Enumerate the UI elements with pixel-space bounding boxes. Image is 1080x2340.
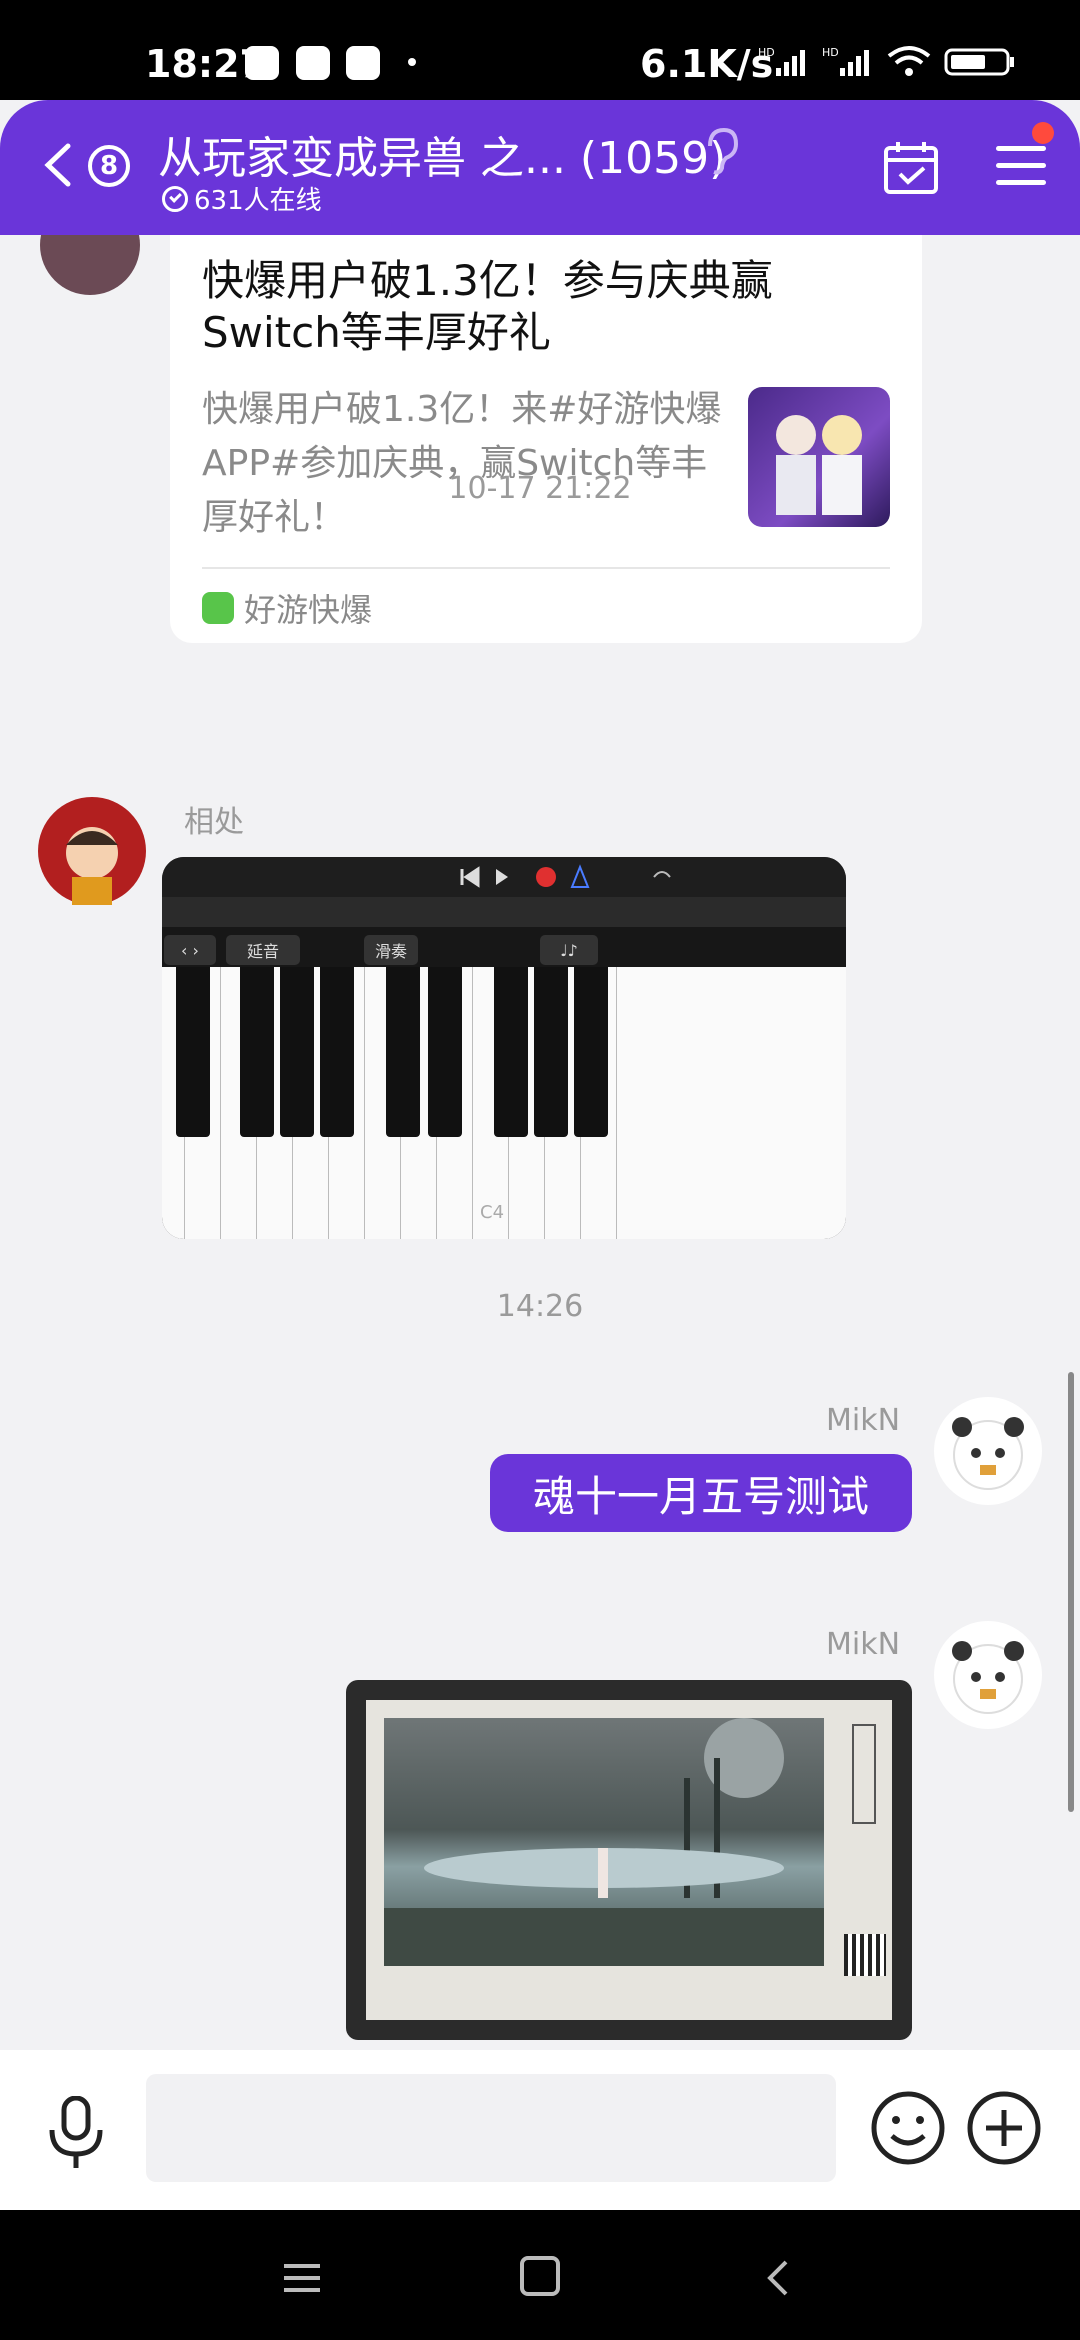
home-icon[interactable] — [520, 2256, 560, 2296]
group-title[interactable]: 从玩家变成异兽 之... (1059) — [158, 122, 726, 186]
recent-apps-icon[interactable] — [282, 2262, 322, 2294]
piano-toolbar — [162, 857, 846, 897]
poster-scene — [384, 1718, 824, 1966]
notification-icon — [346, 46, 380, 80]
calendar-check-icon[interactable] — [882, 140, 940, 196]
piano-keys: C4 — [162, 967, 846, 1239]
wifi-icon — [887, 46, 931, 76]
game-poster — [366, 1700, 892, 2020]
back-icon[interactable] — [38, 140, 78, 190]
svg-text:HD: HD — [758, 46, 775, 59]
piano-screenshot[interactable]: ‹ › 延音 滑奏 ♩♪ C4 — [162, 857, 846, 1239]
app-logo-icon — [202, 592, 234, 624]
more-notifications-icon — [408, 58, 416, 66]
sustain-button: 延音 — [226, 935, 300, 965]
input-bar — [0, 2050, 1080, 2210]
glide-button: 滑奏 — [364, 935, 418, 965]
image-message[interactable] — [346, 1680, 912, 2040]
octave-buttons: ‹ › — [164, 935, 216, 965]
message-list[interactable]: 快爆用户破1.3亿！参与庆典赢Switch等丰厚好礼 快爆用户破1.3亿！来#好… — [0, 235, 1080, 2050]
piano-timeline — [162, 897, 846, 927]
ear-icon[interactable] — [700, 126, 740, 176]
status-bar: 18:27 6.1K/s HD HD — [0, 0, 1080, 100]
avatar[interactable] — [934, 1397, 1042, 1505]
online-status: 631人在线 — [162, 180, 322, 217]
divider — [202, 567, 890, 569]
unread-badge[interactable]: 8 — [88, 145, 130, 187]
qr-code — [844, 1934, 886, 1976]
timestamp: 14:26 — [496, 1289, 584, 1324]
share-card-title: 快爆用户破1.3亿！参与庆典赢Switch等丰厚好礼 — [202, 256, 773, 357]
text-message[interactable]: 魂十一月五号测试 — [490, 1454, 912, 1532]
sender-name: MikN — [826, 1627, 901, 1662]
emoji-icon[interactable] — [870, 2090, 946, 2166]
online-count: 631人在线 — [194, 186, 322, 216]
status-icons: HD HD — [758, 44, 1016, 78]
sender-name: 相处 — [184, 805, 244, 840]
network-speed: 6.1K/s — [640, 42, 774, 86]
share-card-thumbnail — [748, 387, 890, 527]
share-card-description: 快爆用户破1.3亿！来#好游快爆APP#参加庆典，赢Switch等丰厚好礼！ — [202, 389, 722, 538]
svg-text:HD: HD — [822, 46, 839, 59]
microphone-icon[interactable] — [44, 2096, 108, 2172]
note-label: C4 — [480, 1202, 505, 1223]
plus-icon[interactable] — [966, 2090, 1042, 2166]
signal-icon: HD — [758, 46, 805, 76]
timestamp: 10-17 21:22 — [448, 471, 632, 506]
notification-icon — [296, 46, 330, 80]
battery-icon — [944, 48, 1014, 76]
avatar[interactable] — [934, 1621, 1042, 1729]
check-circle-icon — [162, 185, 188, 212]
sender-name: MikN — [826, 1403, 901, 1438]
notification-icon — [245, 46, 279, 80]
notification-dot — [1032, 122, 1054, 144]
avatar[interactable] — [38, 797, 146, 905]
avatar[interactable] — [40, 235, 140, 295]
poster-scroll — [852, 1724, 876, 1824]
piano-options: ♩♪ — [540, 935, 598, 965]
message-input[interactable] — [146, 2074, 836, 2182]
system-navigation-bar — [0, 2210, 1080, 2340]
share-card[interactable]: 快爆用户破1.3亿！参与庆典赢Switch等丰厚好礼 快爆用户破1.3亿！来#好… — [170, 235, 922, 643]
back-nav-icon[interactable] — [762, 2258, 792, 2298]
scrollbar[interactable] — [1068, 1372, 1074, 1812]
chat-screen: 18:27 6.1K/s HD HD 8 从玩家变成异兽 之... (1059)… — [0, 0, 1080, 2340]
share-card-source: 好游快爆 — [202, 585, 372, 631]
share-card-source-name: 好游快爆 — [244, 591, 373, 629]
menu-icon[interactable] — [996, 146, 1046, 190]
signal-icon: HD — [822, 46, 869, 76]
